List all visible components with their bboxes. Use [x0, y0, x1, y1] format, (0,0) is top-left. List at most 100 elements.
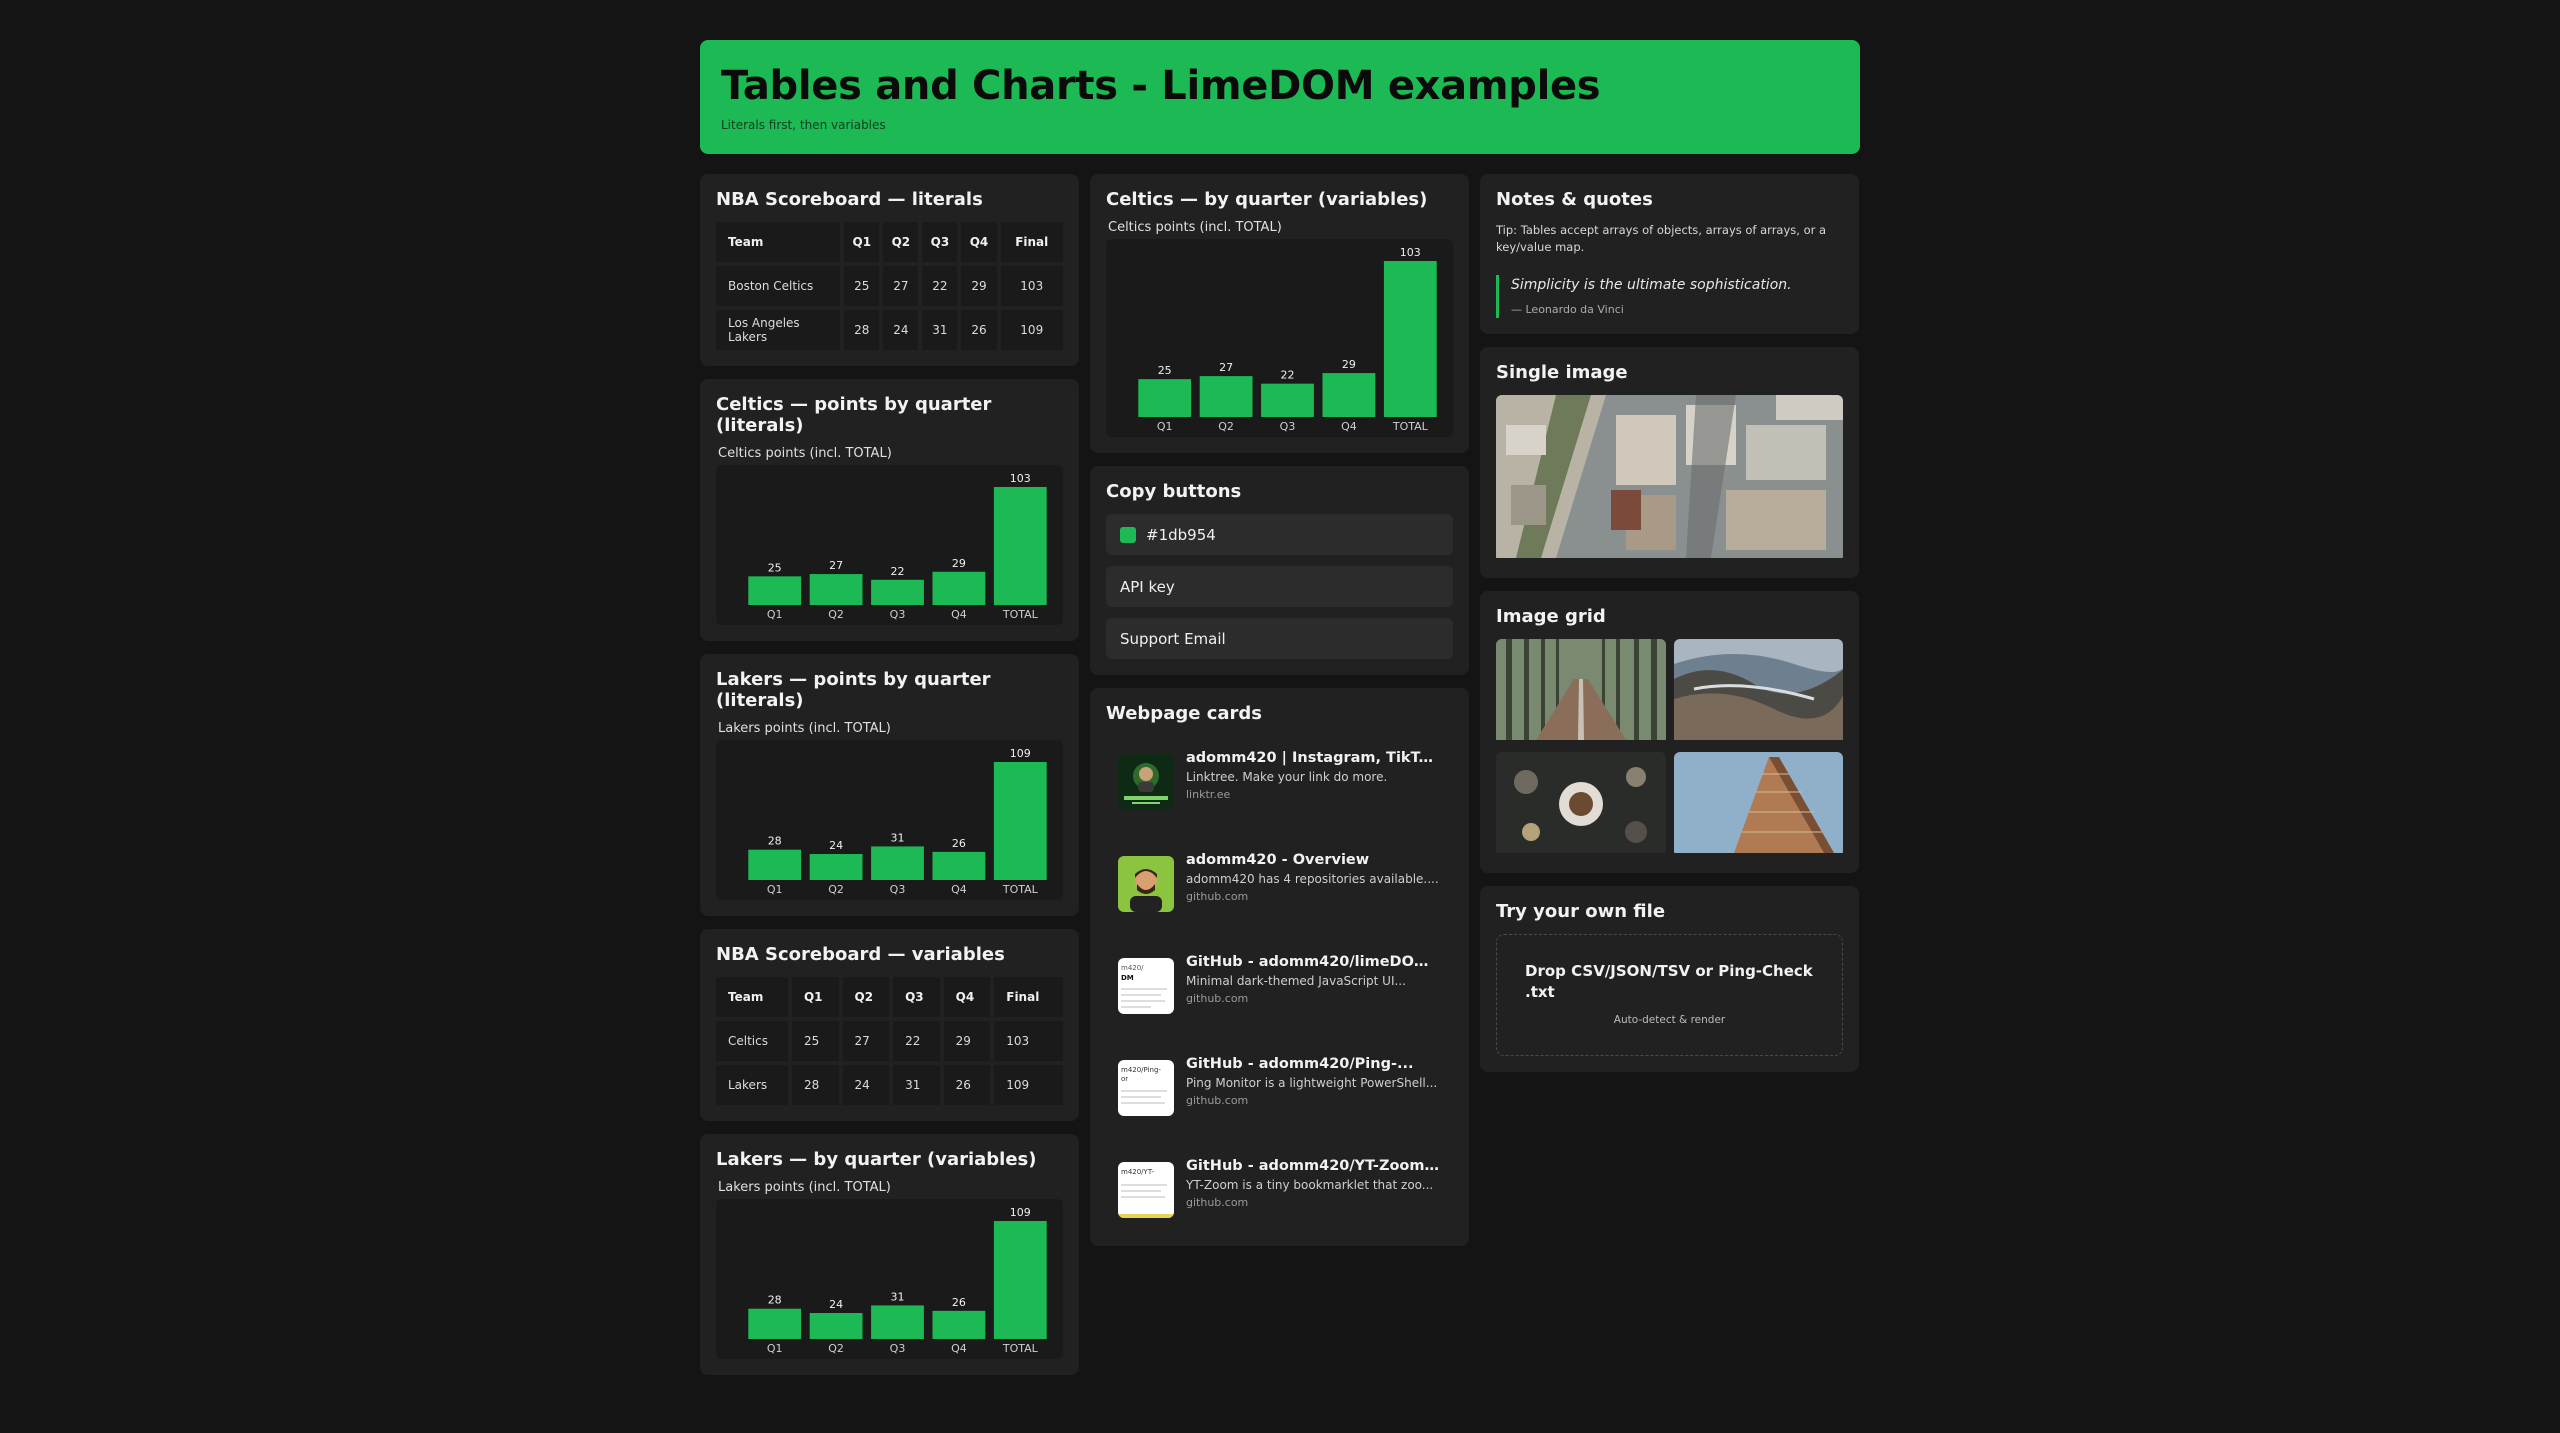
column-header: Q3 — [893, 977, 940, 1017]
table-header-row: Team Q1 Q2 Q3 Q4 Final — [716, 977, 1063, 1017]
table-cell: 25 — [844, 266, 880, 306]
quote-text: Simplicity is the ultimate sophisticatio… — [1511, 277, 1792, 294]
x-tick-label: Q2 — [828, 608, 844, 621]
bar-q3 — [871, 1305, 924, 1339]
copy-api-key-button[interactable]: API key — [1106, 566, 1453, 607]
blockquote: Simplicity is the ultimate sophisticatio… — [1496, 275, 1843, 319]
webpage-card-title: GitHub - adomm420/Ping-... — [1186, 1056, 1414, 1072]
table-cell: Celtics — [716, 1021, 788, 1061]
image-grid — [1496, 639, 1843, 857]
webpage-card-description: Minimal dark-themed JavaScript UI... — [1186, 974, 1406, 988]
copy-color-button[interactable]: #1db954 — [1106, 514, 1453, 555]
card-title: Single image — [1496, 362, 1628, 384]
x-tick-label: Q3 — [890, 883, 906, 896]
column-header: Team — [716, 977, 788, 1017]
table-cell: 27 — [842, 1021, 890, 1061]
webpage-card-url: github.com — [1186, 1196, 1249, 1209]
x-tick-label: Q1 — [767, 1342, 783, 1355]
bar-q3 — [871, 579, 924, 605]
webpage-card[interactable]: m420/ DM GitHub - adomm420/limeDOM:... M… — [1102, 942, 1457, 1026]
scoreboard-variables-table: Team Q1 Q2 Q3 Q4 Final Celtics 25 27 22 … — [712, 973, 1067, 1109]
table-cell: 109 — [1000, 310, 1063, 350]
bar-value-label: 29 — [1342, 358, 1356, 371]
column-header: Team — [716, 222, 841, 262]
table-cell: 27 — [883, 266, 919, 306]
celtics-literals-bar-chart: 25 Q1 27 Q2 22 Q3 29 Q4 103 TOTAL — [716, 465, 1063, 625]
webpage-card[interactable]: m420/YT- GitHub - adomm420/YT-Zoom:... Y… — [1102, 1146, 1457, 1230]
column-header: Q4 — [943, 977, 991, 1017]
svg-text:m420/Ping-: m420/Ping- — [1121, 1066, 1161, 1074]
chart-title: Lakers points (incl. TOTAL) — [718, 1180, 891, 1195]
table-header-row: Team Q1 Q2 Q3 Q4 Final — [716, 222, 1063, 262]
webpage-card[interactable]: adomm420 | Instagram, TikTok,... Linktre… — [1102, 738, 1457, 822]
x-tick-label: Q4 — [951, 608, 967, 621]
lakers-literals-chart-card: Lakers — points by quarter (literals) La… — [700, 654, 1079, 916]
bar-value-label: 27 — [829, 559, 843, 572]
card-title: Copy buttons — [1106, 481, 1242, 502]
card-title: Image grid — [1496, 606, 1606, 628]
webpage-card[interactable]: m420/Ping- or GitHub - adomm420/Ping-...… — [1102, 1044, 1457, 1128]
bar-q4 — [932, 1310, 986, 1339]
bar-value-label: 109 — [1010, 1206, 1031, 1219]
webpage-card-url: github.com — [1186, 890, 1249, 903]
table-cell: 103 — [994, 1021, 1063, 1061]
table-cell: 29 — [943, 1021, 991, 1061]
table-cell: 31 — [893, 1065, 940, 1105]
chart-title: Lakers points (incl. TOTAL) — [718, 721, 891, 736]
copy-color-label: #1db954 — [1146, 525, 1216, 544]
x-tick-label: Q4 — [951, 883, 967, 896]
webpage-card[interactable]: adomm420 - Overview adomm420 has 4 repos… — [1102, 840, 1457, 924]
bar-value-label: 26 — [952, 1296, 966, 1309]
bar-q2 — [809, 574, 863, 605]
drop-zone-text: Drop CSV/JSON/TSV or Ping-Check .txt — [1525, 962, 1813, 1001]
table-row: Lakers 28 24 31 26 109 — [716, 1065, 1063, 1105]
webpage-card-url: linktr.ee — [1186, 788, 1231, 801]
bar-value-label: 103 — [1400, 246, 1421, 259]
city-rooftops-image[interactable] — [1496, 395, 1843, 562]
card-title: Celtics — points by quarter (literals) — [716, 394, 992, 436]
food-plates-image[interactable] — [1496, 752, 1666, 857]
copy-support-email-button[interactable]: Support Email — [1106, 618, 1453, 659]
file-drop-zone[interactable]: Drop CSV/JSON/TSV or Ping-Check .txt Aut… — [1496, 934, 1843, 1057]
chart-title: Celtics points (incl. TOTAL) — [718, 446, 892, 461]
forest-road-image[interactable] — [1496, 639, 1666, 744]
lakers-variables-bar-chart: 28 Q1 24 Q2 31 Q3 26 Q4 109 TOTAL — [716, 1199, 1063, 1359]
card-title: Celtics — by quarter (variables) — [1106, 189, 1428, 210]
notes-card: Notes & quotes Tip: Tables accept arrays… — [1480, 174, 1859, 335]
svg-text:DM: DM — [1121, 974, 1134, 982]
flatiron-building-image[interactable] — [1673, 752, 1843, 857]
copy-buttons-card: Copy buttons #1db954 API key Support Ema… — [1090, 466, 1469, 675]
table-cell: 25 — [791, 1021, 839, 1061]
bar-value-label: 25 — [768, 561, 782, 574]
svg-text:m420/YT-: m420/YT- — [1121, 1168, 1154, 1176]
try-file-card: Try your own file Drop CSV/JSON/TSV or P… — [1480, 886, 1859, 1073]
bar-q1 — [748, 849, 802, 880]
aerial-coastline-image[interactable] — [1673, 639, 1843, 744]
table-row: Boston Celtics 25 27 22 29 103 — [716, 266, 1063, 306]
bar-q2 — [809, 854, 863, 880]
x-tick-label: Q2 — [828, 1342, 844, 1355]
lakers-literals-bar-chart: 28 Q1 24 Q2 31 Q3 26 Q4 109 TOTAL — [716, 740, 1063, 900]
tip-text: Tip: Tables accept arrays of objects, ar… — [1496, 223, 1827, 254]
table-cell: Lakers — [716, 1065, 788, 1105]
webpage-card-description: adomm420 has 4 repositories available...… — [1186, 872, 1439, 886]
column-header: Q2 — [883, 222, 919, 262]
celtics-literals-chart-card: Celtics — points by quarter (literals) C… — [700, 379, 1079, 641]
webpage-card-description: Linktree. Make your link do more. — [1186, 770, 1388, 784]
column-header: Final — [1000, 222, 1063, 262]
webpage-card-title: adomm420 - Overview — [1186, 852, 1370, 868]
webpage-card-url: github.com — [1186, 1094, 1249, 1107]
svg-text:or: or — [1121, 1075, 1128, 1083]
table-cell: 24 — [842, 1065, 890, 1105]
table-cell: 31 — [922, 310, 958, 350]
column-header: Q2 — [842, 977, 890, 1017]
bar-q4 — [932, 571, 986, 605]
bar-value-label: 29 — [952, 557, 966, 570]
bar-value-label: 26 — [952, 837, 966, 850]
table-cell: Boston Celtics — [716, 266, 841, 306]
bar-q3 — [871, 846, 924, 880]
column-header: Q4 — [961, 222, 997, 262]
bar-q1 — [1138, 379, 1192, 417]
x-tick-label: Q3 — [890, 1342, 906, 1355]
bar-q2 — [809, 1313, 863, 1339]
